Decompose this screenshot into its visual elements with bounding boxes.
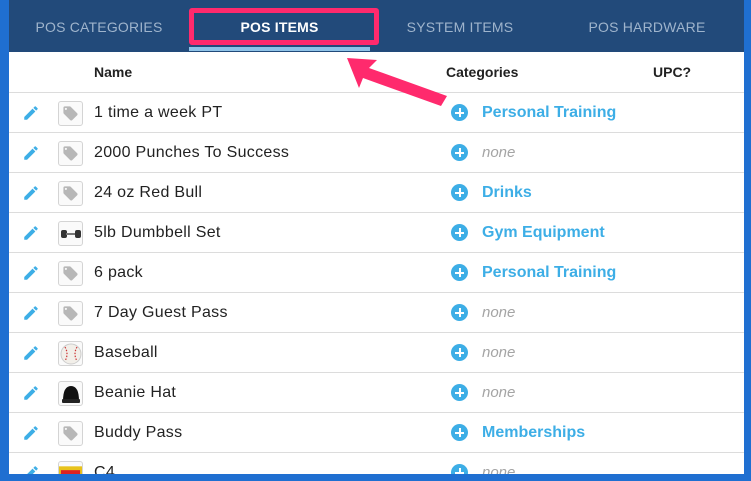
tag-icon [58, 421, 83, 446]
item-name[interactable]: 1 time a week PT [94, 104, 222, 122]
item-category[interactable]: Personal Training [482, 264, 616, 282]
tag-icon [58, 101, 83, 126]
tag-icon [58, 261, 83, 286]
item-category: none [482, 384, 516, 401]
tab-system-items[interactable]: SYSTEM ITEMS [370, 0, 550, 52]
table-row[interactable]: 5lb Dumbbell Set Gym Equipment [9, 212, 744, 252]
edit-pencil-icon[interactable] [22, 304, 40, 322]
column-header-upc[interactable]: UPC? [653, 64, 691, 80]
pointer-arrow-annotation [347, 58, 447, 106]
highlight-annotation-box [189, 8, 379, 45]
edit-pencil-icon[interactable] [22, 424, 40, 442]
items-table: 1 time a week PT Personal Training 2000 Pu… [9, 92, 744, 474]
beanie-image [58, 381, 83, 406]
edit-pencil-icon[interactable] [22, 384, 40, 402]
table-row[interactable]: 24 oz Red Bull Drinks [9, 172, 744, 212]
add-category-icon[interactable] [451, 464, 468, 474]
tag-icon [58, 301, 83, 326]
add-category-icon[interactable] [451, 224, 468, 241]
table-row[interactable]: 6 pack Personal Training [9, 252, 744, 292]
add-category-icon[interactable] [451, 184, 468, 201]
tag-icon [58, 181, 83, 206]
baseball-image [58, 341, 83, 366]
edit-pencil-icon[interactable] [22, 224, 40, 242]
table-row[interactable]: Buddy Pass Memberships [9, 412, 744, 452]
item-category: none [482, 304, 516, 321]
edit-pencil-icon[interactable] [22, 264, 40, 282]
item-category[interactable]: Gym Equipment [482, 224, 605, 242]
table-row[interactable]: 7 Day Guest Pass none [9, 292, 744, 332]
item-category[interactable]: Drinks [482, 184, 532, 202]
pos-items-panel: POS CATEGORIES POS ITEMS SYSTEM ITEMS PO… [9, 0, 744, 474]
add-category-icon[interactable] [451, 384, 468, 401]
edit-pencil-icon[interactable] [22, 104, 40, 122]
table-row[interactable]: C4 none [9, 452, 744, 474]
item-name[interactable]: 6 pack [94, 264, 143, 282]
item-name[interactable]: Beanie Hat [94, 384, 176, 402]
tag-icon [58, 141, 83, 166]
add-category-icon[interactable] [451, 264, 468, 281]
table-row[interactable]: Beanie Hat none [9, 372, 744, 412]
item-name[interactable]: Baseball [94, 344, 158, 362]
item-category: none [482, 144, 516, 161]
dumbbell-image [58, 221, 83, 246]
item-category: none [482, 464, 516, 474]
c4-image [58, 461, 83, 474]
item-name[interactable]: 7 Day Guest Pass [94, 304, 228, 322]
edit-pencil-icon[interactable] [22, 144, 40, 162]
add-category-icon[interactable] [451, 144, 468, 161]
add-category-icon[interactable] [451, 304, 468, 321]
item-category: none [482, 344, 516, 361]
column-header-name[interactable]: Name [94, 64, 132, 80]
item-name[interactable]: Buddy Pass [94, 424, 182, 442]
item-category[interactable]: Memberships [482, 424, 585, 442]
add-category-icon[interactable] [451, 424, 468, 441]
table-row[interactable]: 2000 Punches To Success none [9, 132, 744, 172]
item-name[interactable]: C4 [94, 464, 115, 474]
item-name[interactable]: 2000 Punches To Success [94, 144, 289, 162]
item-category[interactable]: Personal Training [482, 104, 616, 122]
edit-pencil-icon[interactable] [22, 464, 40, 474]
item-name[interactable]: 24 oz Red Bull [94, 184, 202, 202]
tab-pos-categories[interactable]: POS CATEGORIES [9, 0, 189, 52]
table-row[interactable]: Baseball none [9, 332, 744, 372]
item-name[interactable]: 5lb Dumbbell Set [94, 224, 221, 242]
tab-pos-hardware[interactable]: POS HARDWARE [550, 0, 744, 52]
edit-pencil-icon[interactable] [22, 344, 40, 362]
edit-pencil-icon[interactable] [22, 184, 40, 202]
add-category-icon[interactable] [451, 344, 468, 361]
